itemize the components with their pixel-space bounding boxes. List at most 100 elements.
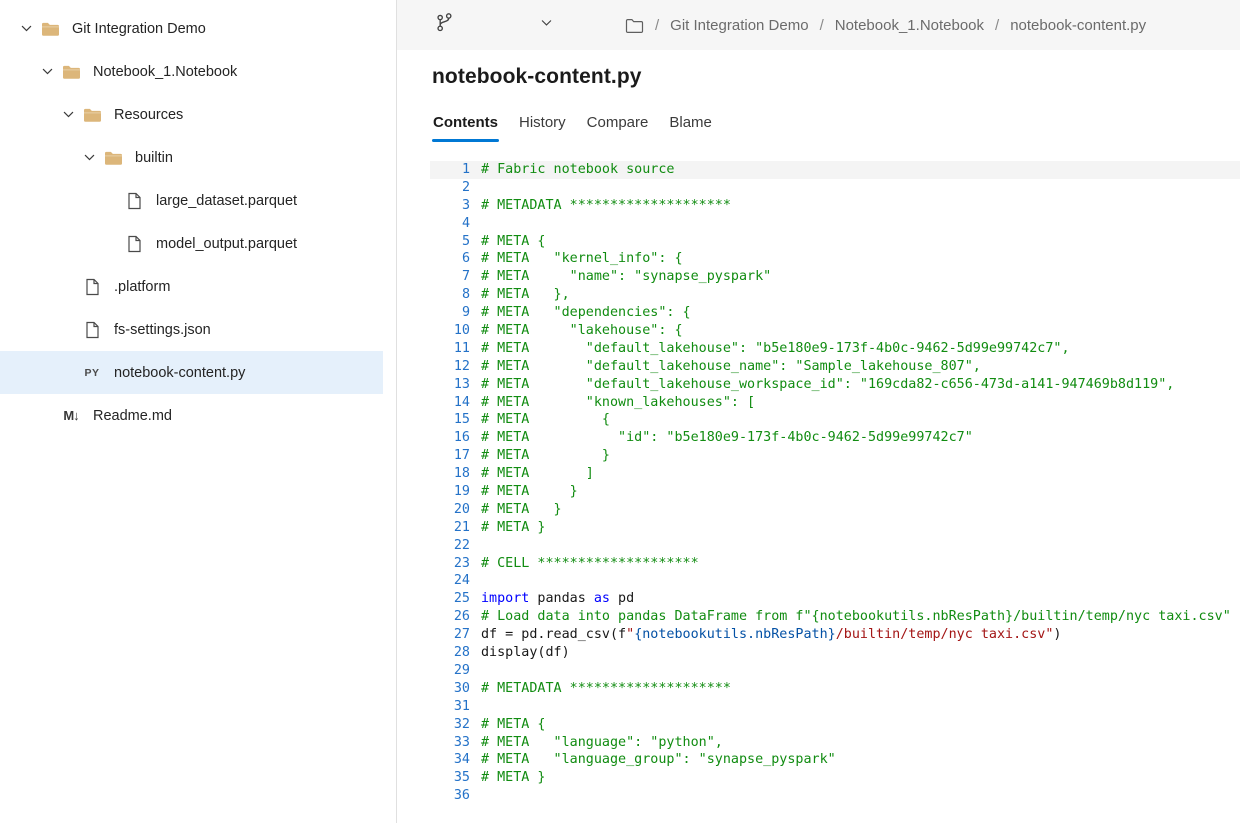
breadcrumb-item-notebook-content-py[interactable]: notebook-content.py (1010, 17, 1146, 34)
line-number[interactable]: 10 (430, 322, 470, 340)
code-line: 8# META }, (430, 286, 1240, 304)
line-content: df = pd.read_csv(f"{notebookutils.nbResP… (470, 626, 1061, 644)
code-line: 30# METADATA ******************** (430, 680, 1240, 698)
line-content: import pandas as pd (470, 590, 634, 608)
line-number[interactable]: 30 (430, 680, 470, 698)
tree-item-model-output-parquet[interactable]: model_output.parquet (0, 222, 383, 265)
line-number[interactable]: 12 (430, 358, 470, 376)
line-number[interactable]: 25 (430, 590, 470, 608)
line-content (470, 572, 481, 590)
line-number[interactable]: 24 (430, 572, 470, 590)
line-number[interactable]: 36 (430, 787, 470, 805)
code-line: 25import pandas as pd (430, 590, 1240, 608)
tree-item-notebook-1-notebook[interactable]: Notebook_1.Notebook (0, 50, 383, 93)
line-number[interactable]: 21 (430, 519, 470, 537)
tree-item-resources[interactable]: Resources (0, 93, 383, 136)
line-number[interactable]: 7 (430, 268, 470, 286)
tree-item-builtin[interactable]: builtin (0, 136, 383, 179)
code-line: 18# META ] (430, 465, 1240, 483)
line-number[interactable]: 35 (430, 769, 470, 787)
breadcrumb-item-notebook-1-notebook[interactable]: Notebook_1.Notebook (835, 17, 984, 34)
line-number[interactable]: 15 (430, 411, 470, 429)
branch-selector[interactable] (435, 12, 553, 38)
line-number[interactable]: 27 (430, 626, 470, 644)
repo-root-folder-icon[interactable] (625, 17, 644, 34)
tab-compare[interactable]: Compare (586, 110, 650, 142)
tree-item-platform[interactable]: .platform (0, 265, 383, 308)
line-number[interactable]: 28 (430, 644, 470, 662)
line-content: # META "kernel_info": { (470, 250, 683, 268)
line-number[interactable]: 22 (430, 537, 470, 555)
code-line: 3# METADATA ******************** (430, 197, 1240, 215)
line-number[interactable]: 11 (430, 340, 470, 358)
line-number[interactable]: 6 (430, 250, 470, 268)
line-number[interactable]: 17 (430, 447, 470, 465)
tree-item-git-integration-demo[interactable]: Git Integration Demo (0, 7, 383, 50)
line-number[interactable]: 3 (430, 197, 470, 215)
line-content (470, 215, 481, 233)
line-content (470, 537, 481, 555)
line-number[interactable]: 34 (430, 751, 470, 769)
tab-bar: Contents History Compare Blame (432, 110, 1240, 142)
chevron-spacer (98, 222, 123, 265)
code-line: 26# Load data into pandas DataFrame from… (430, 608, 1240, 626)
tree-item-label: Notebook_1.Notebook (93, 64, 237, 80)
line-number[interactable]: 4 (430, 215, 470, 233)
chevron-down-icon[interactable] (35, 50, 60, 93)
line-content: # META { (470, 233, 546, 251)
code-line: 34# META "language_group": "synapse_pysp… (430, 751, 1240, 769)
line-number[interactable]: 1 (430, 161, 470, 179)
code-line: 20# META } (430, 501, 1240, 519)
code-line: 11# META "default_lakehouse": "b5e180e9-… (430, 340, 1240, 358)
line-number[interactable]: 29 (430, 662, 470, 680)
tree-item-large-dataset-parquet[interactable]: large_dataset.parquet (0, 179, 383, 222)
line-number[interactable]: 5 (430, 233, 470, 251)
tab-contents[interactable]: Contents (432, 110, 499, 142)
tree-item-fs-settings-json[interactable]: fs-settings.json (0, 308, 383, 351)
line-content: # META "default_lakehouse": "b5e180e9-17… (470, 340, 1070, 358)
code-line: 5# META { (430, 233, 1240, 251)
line-number[interactable]: 8 (430, 286, 470, 304)
line-content: # META ] (470, 465, 594, 483)
line-number[interactable]: 16 (430, 429, 470, 447)
tree-item-notebook-content-py[interactable]: PYnotebook-content.py (0, 351, 383, 394)
line-content: # META "default_lakehouse_name": "Sample… (470, 358, 981, 376)
file-icon (123, 179, 145, 222)
line-number[interactable]: 13 (430, 376, 470, 394)
line-content: # META "language": "python", (470, 734, 723, 752)
line-number[interactable]: 32 (430, 716, 470, 734)
line-number[interactable]: 20 (430, 501, 470, 519)
chevron-down-icon[interactable] (14, 7, 39, 50)
file-tree-sidebar: Git Integration Demo Notebook_1.Notebook R… (0, 0, 397, 823)
chevron-spacer (35, 394, 60, 437)
line-content: # META "default_lakehouse_workspace_id":… (470, 376, 1174, 394)
tab-blame[interactable]: Blame (668, 110, 713, 142)
code-line: 16# META "id": "b5e180e9-173f-4b0c-9462-… (430, 429, 1240, 447)
breadcrumb-item-git-integration-demo[interactable]: Git Integration Demo (670, 17, 808, 34)
breadcrumb-bar: /Git Integration Demo/Notebook_1.Noteboo… (397, 0, 1240, 50)
code-line: 33# META "language": "python", (430, 734, 1240, 752)
line-content: # META } (470, 447, 610, 465)
tree-item-label: .platform (114, 279, 170, 295)
line-number[interactable]: 14 (430, 394, 470, 412)
line-number[interactable]: 31 (430, 698, 470, 716)
code-line: 31 (430, 698, 1240, 716)
breadcrumb-separator: / (655, 17, 659, 34)
chevron-down-icon[interactable] (77, 136, 102, 179)
line-number[interactable]: 9 (430, 304, 470, 322)
line-number[interactable]: 23 (430, 555, 470, 573)
folder-icon (102, 136, 124, 179)
tree-item-label: Readme.md (93, 408, 172, 424)
line-number[interactable]: 33 (430, 734, 470, 752)
code-line: 9# META "dependencies": { (430, 304, 1240, 322)
code-line: 22 (430, 537, 1240, 555)
line-content: # META } (470, 483, 578, 501)
line-content (470, 179, 481, 197)
tab-history[interactable]: History (518, 110, 567, 142)
line-number[interactable]: 19 (430, 483, 470, 501)
chevron-down-icon[interactable] (56, 93, 81, 136)
line-number[interactable]: 26 (430, 608, 470, 626)
line-number[interactable]: 18 (430, 465, 470, 483)
line-number[interactable]: 2 (430, 179, 470, 197)
tree-item-readme-md[interactable]: M↓Readme.md (0, 394, 383, 437)
